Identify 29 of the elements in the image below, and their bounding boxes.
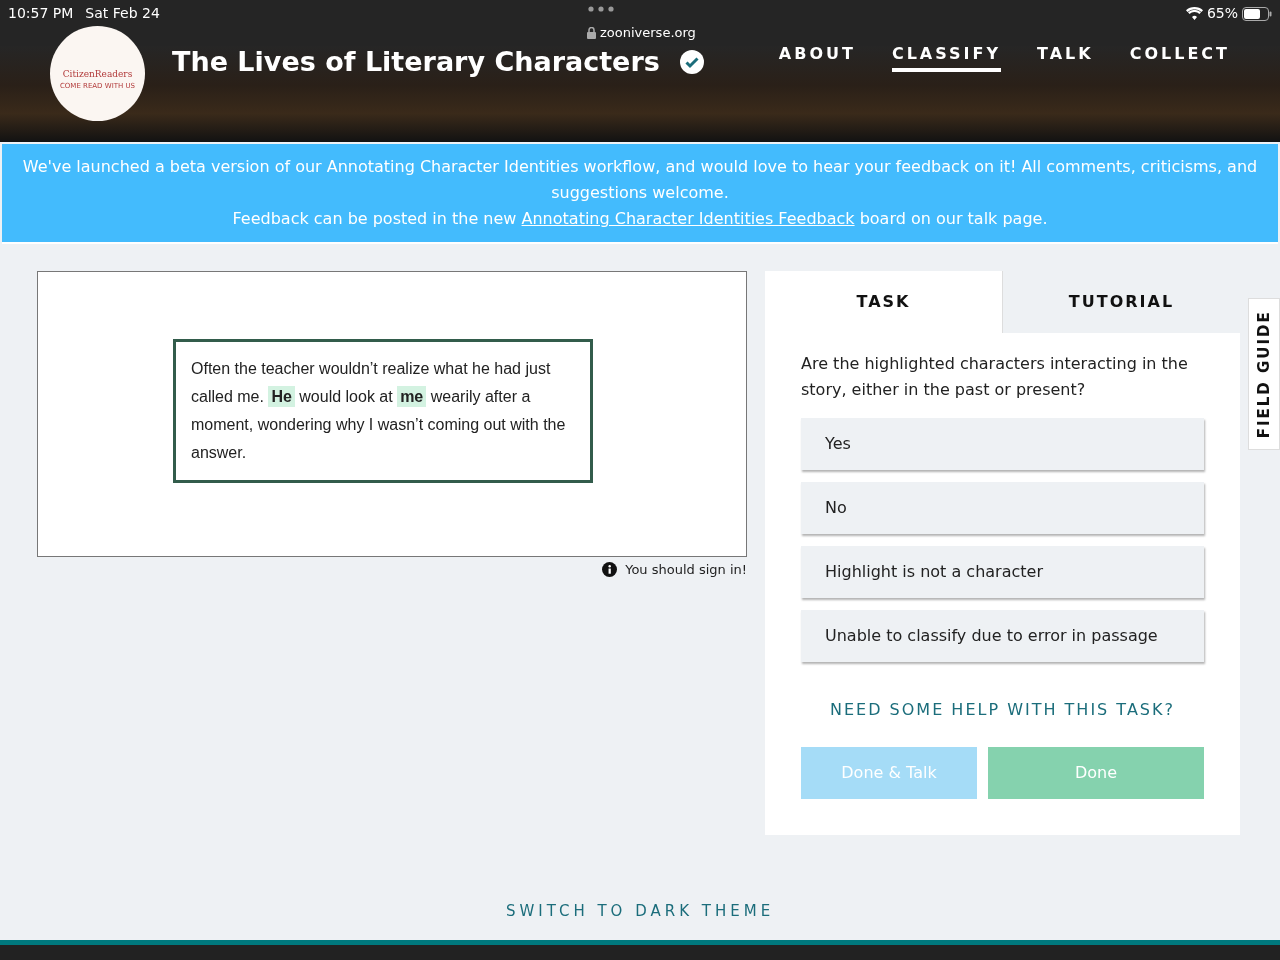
project-title[interactable]: The Lives of Literary Characters (172, 48, 660, 75)
task-question: Are the highlighted characters interacting in the story, either in the past or present? (800, 353, 1189, 401)
status-time: 10:57 PM (8, 4, 74, 23)
help-link[interactable]: NEED SOME HELP WITH THIS TASK? (830, 698, 1175, 722)
panel-tab[interactable]: TUTORIAL (1002, 271, 1240, 333)
lock-icon (587, 26, 596, 39)
battery-icon (1242, 6, 1272, 21)
nav-link[interactable]: COLLECT (1129, 42, 1230, 72)
url-text[interactable]: zooniverse.org (600, 23, 696, 43)
answer-option[interactable]: Yes (801, 418, 1204, 470)
theme-toggle-link[interactable]: SWITCH TO DARK THEME (505, 900, 775, 923)
more-icon[interactable] (588, 6, 614, 12)
verified-icon (679, 49, 704, 74)
nav-link[interactable]: ABOUT (778, 42, 856, 72)
info-icon (602, 562, 618, 578)
answer-option[interactable]: No (801, 482, 1204, 534)
passage-text: Often the teacher wouldn’t realize what he had just called me. He would look at me wearily after a moment, wondering why I wasn’t coming out with the answer. (173, 339, 593, 483)
nav-link[interactable]: TALK (1037, 42, 1094, 72)
banner-text: We've launched a beta version of our Annotating Character Identities workflow, and would love to hear your feedback on it! All comments, criticisms, and suggestions welcome. (21, 156, 1259, 204)
sign-in-note: You should sign in! (625, 561, 747, 579)
nav-link[interactable]: CLASSIFY (891, 42, 1001, 72)
banner-text: Feedback can be posted in the new Annotating Character Identities Feedback board on our talk page. (231, 208, 1049, 230)
logo-name: CitizenReaders (62, 67, 133, 81)
status-date: Sat Feb 24 (85, 4, 160, 23)
wifi-icon (1185, 7, 1203, 20)
answer-option[interactable]: Highlight is not a character (801, 546, 1204, 598)
answer-option[interactable]: Unable to classify due to error in passage (801, 610, 1204, 662)
field-guide-tab[interactable]: FIELD GUIDE (1248, 298, 1280, 450)
battery-percent: 65% (1206, 4, 1238, 23)
